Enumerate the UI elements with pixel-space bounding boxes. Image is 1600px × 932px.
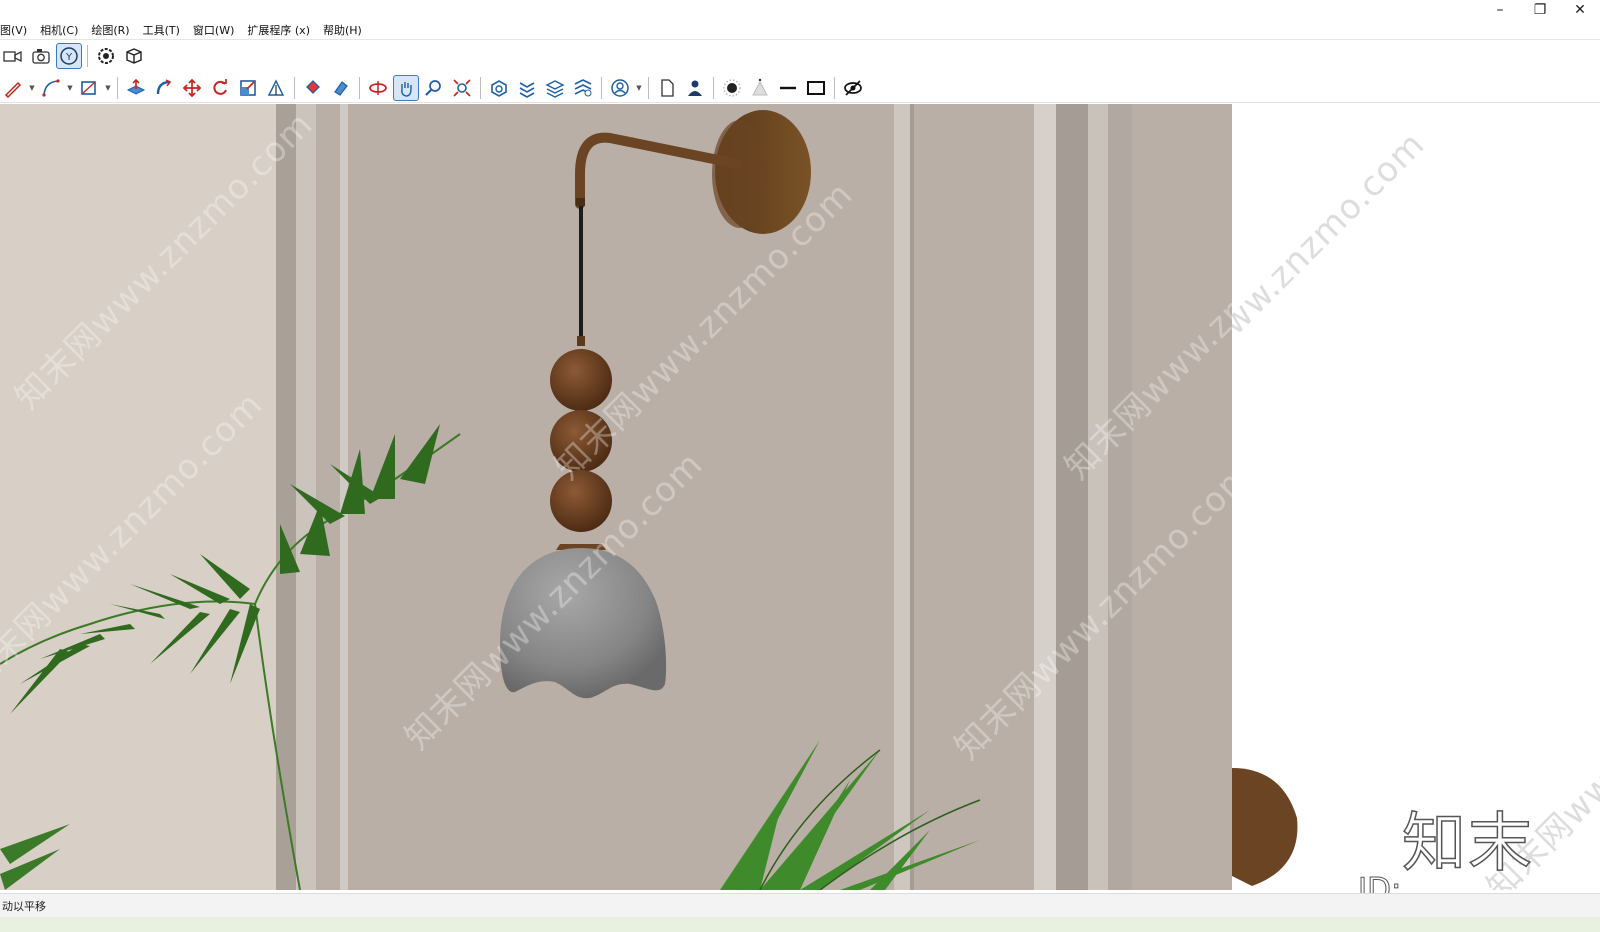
arc-tool-icon[interactable] (38, 75, 64, 101)
edge-style-icon[interactable] (775, 75, 801, 101)
follow-me-icon[interactable] (151, 75, 177, 101)
sandbox-icon[interactable] (570, 75, 596, 101)
account-icon[interactable] (607, 75, 633, 101)
brand-watermark: 知末 (1401, 806, 1534, 882)
menu-draw[interactable]: 绘图(R) (91, 22, 136, 38)
top-toolbar: Y (0, 41, 147, 71)
menu-tools[interactable]: 工具(T) (143, 22, 187, 38)
status-bar: 动以平移 (0, 893, 1600, 917)
status-hint: 动以平移 (2, 899, 46, 913)
toolbar-separator (359, 76, 360, 99)
camera-photo-icon[interactable] (28, 43, 54, 69)
zoom-icon[interactable] (421, 75, 447, 101)
pencil-line-icon[interactable] (0, 75, 26, 101)
svg-text:Y: Y (65, 52, 73, 63)
toolbar-separator (87, 45, 88, 67)
toolbar-separator (601, 76, 602, 99)
toolbar-separator (713, 76, 714, 99)
menu-camera[interactable]: 相机(C) (40, 22, 85, 38)
toolbar-separator (117, 76, 118, 99)
toolbar-separator (834, 76, 835, 99)
extension-warehouse-icon[interactable] (93, 43, 119, 69)
menu-help[interactable]: 帮助(H) (323, 22, 369, 38)
camera-standard-icon[interactable] (0, 43, 26, 69)
zoom-extents-icon[interactable] (449, 75, 475, 101)
menu-view[interactable]: 图(V) (0, 22, 34, 38)
new-file-icon[interactable] (654, 75, 680, 101)
shadow-icon[interactable] (719, 75, 745, 101)
toolbar-separator (294, 76, 295, 99)
menu-window[interactable]: 窗口(W) (193, 22, 241, 38)
rectangle-dropdown-icon[interactable]: ▼ (104, 75, 112, 101)
rotate-icon[interactable] (207, 75, 233, 101)
sketchup-window: – ❐ ✕ 图(V) 相机(C) 绘图(R) 工具(T) 窗口(W) 扩展程序 … (0, 0, 1600, 932)
push-pull-icon[interactable] (123, 75, 149, 101)
scale-icon[interactable] (235, 75, 261, 101)
paint-bucket-icon[interactable] (300, 75, 326, 101)
layers-icon[interactable] (542, 75, 568, 101)
toolbar-separator (648, 76, 649, 99)
minimize-button[interactable]: – (1480, 0, 1520, 20)
taskbar (0, 917, 1600, 932)
plant-bottom (720, 740, 981, 890)
close-button[interactable]: ✕ (1560, 0, 1600, 20)
viewport-background[interactable]: 知末网www.znzmo.com 知末网www.znzmo.com (1232, 104, 1600, 890)
account-dropdown-icon[interactable]: ▼ (635, 75, 643, 101)
menu-bar: 图(V) 相机(C) 绘图(R) 工具(T) 窗口(W) 扩展程序 (x) 帮助… (0, 20, 1600, 40)
pan-icon[interactable] (393, 74, 419, 101)
face-style-icon[interactable] (803, 75, 829, 101)
rectangle-tool-icon[interactable] (76, 75, 102, 101)
model-viewport[interactable]: 知末网www.znzmo.com 知末网www.znzmo.com 知末网www… (0, 104, 1232, 890)
window-controls: – ❐ ✕ (1480, 0, 1600, 20)
xray-icon[interactable] (514, 75, 540, 101)
user-icon[interactable] (682, 75, 708, 101)
pencil-dropdown-icon[interactable]: ▼ (28, 75, 36, 101)
move-icon[interactable] (179, 75, 205, 101)
hide-icon[interactable] (840, 75, 866, 101)
fog-icon[interactable] (747, 75, 773, 101)
main-toolbar: ▼ ▼ ▼ ▼ (0, 73, 1600, 103)
menu-extensions[interactable]: 扩展程序 (x) (247, 22, 317, 38)
eraser-icon[interactable] (328, 75, 354, 101)
offset-icon[interactable] (263, 75, 289, 101)
plant-left (0, 424, 461, 890)
wall-plate-side (1232, 768, 1298, 886)
arc-dropdown-icon[interactable]: ▼ (66, 75, 74, 101)
section-plane-icon[interactable] (486, 75, 512, 101)
component-3d-icon[interactable] (121, 43, 147, 69)
toolbar-separator (480, 76, 481, 99)
orbit-icon[interactable] (365, 75, 391, 101)
orbit-look-icon[interactable]: Y (56, 43, 82, 69)
restore-button[interactable]: ❐ (1520, 0, 1560, 20)
watermark: 知末网www.znzmo.com (1232, 124, 1433, 438)
